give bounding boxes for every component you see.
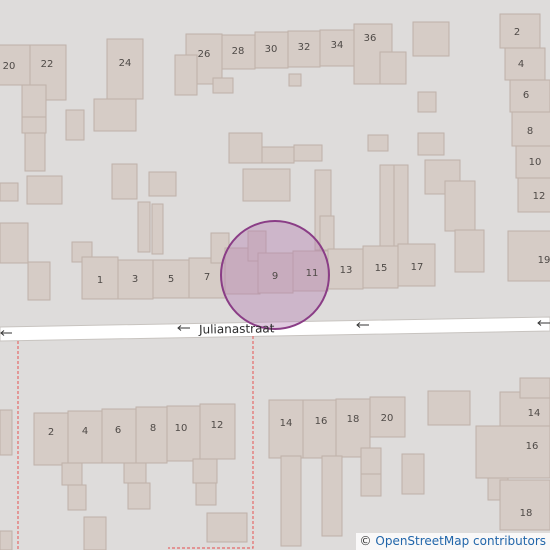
house-number: 4 (82, 426, 88, 437)
house-number: 2 (48, 427, 54, 438)
osm-attribution-link[interactable]: OpenStreetMap contributors (375, 534, 546, 548)
house-number: 17 (411, 262, 424, 273)
house-number: 20 (381, 413, 394, 424)
house-number: 16 (315, 416, 328, 427)
house-number: 20 (3, 61, 16, 72)
house-number: 1 (97, 275, 103, 286)
house-number: 34 (331, 40, 344, 51)
house-number: 14 (280, 418, 293, 429)
house-number: 12 (533, 191, 546, 202)
house-number: 24 (119, 58, 132, 69)
house-number: 5 (168, 274, 174, 285)
map-view[interactable]: 20 22 24 26 28 30 32 34 36 1 3 5 7 9 11 … (0, 0, 550, 550)
house-number: 19 (538, 255, 550, 266)
house-number: 8 (150, 423, 156, 434)
house-number: 16 (526, 441, 539, 452)
house-number: 6 (523, 90, 529, 101)
house-number: 36 (364, 33, 377, 44)
house-number: 2 (514, 27, 520, 38)
house-number: 8 (527, 126, 533, 137)
house-number: 10 (175, 423, 188, 434)
house-number: 9 (272, 271, 278, 282)
house-number: 6 (115, 425, 121, 436)
house-number: 10 (529, 157, 542, 168)
map-attribution: © OpenStreetMap contributors (355, 533, 550, 550)
house-number: 15 (375, 263, 388, 274)
house-number: 11 (306, 268, 319, 279)
map-canvas[interactable]: 20 22 24 26 28 30 32 34 36 1 3 5 7 9 11 … (0, 0, 550, 550)
house-number: 32 (298, 42, 311, 53)
house-number: 30 (265, 44, 278, 55)
house-number: 28 (232, 46, 245, 57)
house-number: 12 (211, 420, 224, 431)
house-number: 18 (520, 508, 533, 519)
house-number: 26 (198, 49, 211, 60)
house-number: 18 (347, 414, 360, 425)
house-number: 4 (518, 59, 524, 70)
house-number: 14 (528, 408, 541, 419)
street-name-label: Julianastraat (198, 321, 275, 336)
house-number: 7 (204, 272, 210, 283)
house-number: 22 (41, 59, 54, 70)
house-number: 3 (132, 274, 138, 285)
house-number: 13 (340, 265, 353, 276)
copyright-symbol: © (359, 534, 372, 548)
